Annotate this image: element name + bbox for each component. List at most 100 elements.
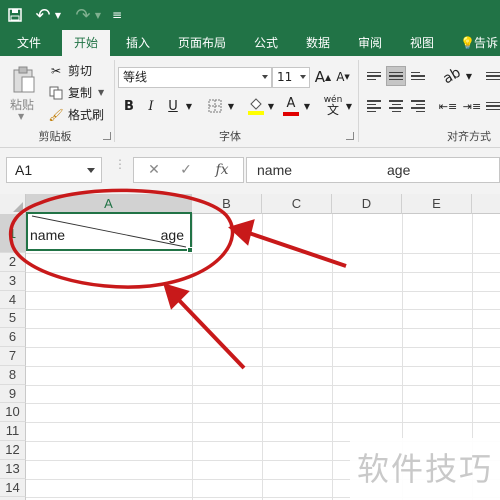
orientation-button[interactable]: ab bbox=[437, 61, 468, 90]
tab-tell-me[interactable]: 💡 告诉 bbox=[456, 30, 500, 56]
format-painter-label: 格式刷 bbox=[68, 108, 105, 122]
copy-dropdown-icon[interactable]: ▼ bbox=[98, 88, 104, 97]
cell-a1-right-text: age bbox=[160, 227, 184, 243]
customize-quick-access-icon[interactable]: ≡ bbox=[110, 0, 124, 30]
font-color-icon: A bbox=[286, 96, 296, 111]
formula-bar-splitter-icon[interactable]: ⋮ bbox=[114, 158, 126, 179]
font-size-select[interactable]: 11 bbox=[272, 67, 310, 88]
cancel-icon[interactable]: ✕ bbox=[142, 158, 166, 182]
font-color-button[interactable]: A bbox=[282, 94, 300, 118]
name-box[interactable]: A1 bbox=[6, 157, 102, 183]
row-header-14[interactable]: 14 bbox=[0, 478, 26, 498]
column-header-d[interactable]: D bbox=[332, 194, 402, 214]
align-right-button[interactable] bbox=[408, 96, 428, 116]
grow-font-icon: A bbox=[314, 68, 326, 86]
undo-dropdown-icon[interactable]: ▼ bbox=[52, 0, 64, 30]
row-header-5[interactable]: 5 bbox=[0, 309, 26, 329]
row-header-7[interactable]: 7 bbox=[0, 347, 26, 366]
row-header-9[interactable]: 9 bbox=[0, 384, 26, 404]
font-color-dropdown-icon[interactable]: ▼ bbox=[302, 96, 312, 116]
tab-insert[interactable]: 插入 bbox=[116, 30, 160, 56]
gridline bbox=[262, 214, 263, 500]
phonetic-guide-button[interactable]: wén 文 bbox=[322, 92, 344, 118]
merge-center-button[interactable] bbox=[486, 96, 500, 116]
borders-button[interactable] bbox=[206, 96, 224, 116]
bottom-align-button[interactable] bbox=[408, 66, 428, 86]
row-header-4[interactable]: 4 bbox=[0, 290, 26, 310]
paste-button[interactable] bbox=[8, 62, 40, 98]
font-name-select[interactable]: 等线 bbox=[118, 67, 272, 88]
row-header-6[interactable]: 6 bbox=[0, 328, 26, 347]
cell-a1-left-text: name bbox=[30, 227, 66, 243]
middle-align-button[interactable] bbox=[386, 66, 406, 86]
tab-page-layout[interactable]: 页面布局 bbox=[172, 30, 232, 56]
orientation-dropdown-icon[interactable]: ▼ bbox=[464, 66, 474, 86]
format-painter-button[interactable]: 🖌 格式刷 bbox=[48, 106, 104, 123]
formula-value-age: age bbox=[387, 162, 411, 178]
gridline bbox=[26, 365, 500, 367]
underline-button[interactable]: U bbox=[164, 96, 182, 116]
wrap-text-button[interactable] bbox=[486, 66, 500, 86]
formula-value-name: name bbox=[257, 162, 293, 178]
tab-data[interactable]: 数据 bbox=[296, 30, 340, 56]
paste-dropdown-icon[interactable]: ▼ bbox=[18, 112, 24, 121]
cell-a1[interactable]: name age bbox=[26, 212, 192, 251]
clipboard-launcher-icon[interactable] bbox=[103, 132, 111, 140]
phonetic-dropdown-icon[interactable]: ▼ bbox=[344, 96, 354, 116]
align-left-button[interactable] bbox=[364, 96, 384, 116]
column-header-a[interactable]: A bbox=[26, 194, 192, 214]
group-separator bbox=[114, 60, 115, 142]
font-group-label: 字体 bbox=[219, 130, 241, 143]
tab-home[interactable]: 开始 bbox=[62, 30, 110, 56]
row-header-11[interactable]: 11 bbox=[0, 422, 26, 441]
formula-input[interactable]: name age bbox=[246, 157, 500, 183]
row-header-12[interactable]: 12 bbox=[0, 441, 26, 460]
copy-button[interactable]: 复制 ▼ bbox=[48, 84, 104, 101]
column-header-c[interactable]: C bbox=[262, 194, 332, 214]
bold-button[interactable]: B bbox=[120, 96, 138, 116]
top-align-button[interactable] bbox=[364, 66, 384, 86]
tell-me-label: 告诉 bbox=[474, 36, 499, 50]
align-center-button[interactable] bbox=[386, 96, 406, 116]
row-header-1[interactable]: 1 bbox=[0, 214, 26, 253]
save-icon[interactable] bbox=[4, 0, 26, 30]
redo-dropdown-icon[interactable]: ▼ bbox=[92, 0, 104, 30]
wen-glyph-icon: 文 bbox=[326, 103, 339, 117]
fill-color-dropdown-icon[interactable]: ▼ bbox=[266, 96, 276, 116]
select-all-button[interactable] bbox=[0, 194, 26, 214]
row-header-10[interactable]: 10 bbox=[0, 403, 26, 423]
alignment-group-label: 对齐方式 bbox=[447, 130, 491, 143]
italic-button[interactable]: I bbox=[142, 96, 160, 116]
enter-icon[interactable]: ✓ bbox=[174, 158, 198, 182]
column-headers: A B C D E bbox=[0, 194, 500, 214]
font-launcher-icon[interactable] bbox=[346, 132, 354, 140]
row-header-3[interactable]: 3 bbox=[0, 271, 26, 291]
column-header-e[interactable]: E bbox=[402, 194, 472, 214]
fill-handle[interactable] bbox=[187, 247, 193, 253]
tab-file[interactable]: 文件 bbox=[8, 30, 50, 56]
fill-color-button[interactable] bbox=[246, 94, 266, 118]
underline-dropdown-icon[interactable]: ▼ bbox=[184, 96, 194, 116]
increase-indent-button[interactable]: ⇥≡ bbox=[462, 96, 482, 116]
decrease-indent-button[interactable]: ⇤≡ bbox=[438, 96, 458, 116]
chevron-down-icon bbox=[300, 75, 306, 79]
title-bar: ↶ ▼ ↷ ▼ ≡ bbox=[0, 0, 500, 30]
align-left-icon bbox=[367, 100, 381, 112]
tab-review[interactable]: 审阅 bbox=[348, 30, 392, 56]
grow-font-button[interactable]: A ▲ bbox=[314, 67, 332, 87]
cut-button[interactable]: ✂ 剪切 bbox=[48, 62, 92, 79]
insert-function-icon[interactable]: fx bbox=[208, 158, 236, 182]
clipboard-group-label: 剪贴板 bbox=[38, 130, 72, 143]
font-name-value: 等线 bbox=[123, 70, 148, 84]
row-header-8[interactable]: 8 bbox=[0, 365, 26, 385]
redo-icon[interactable]: ↷ bbox=[72, 0, 94, 30]
tab-view[interactable]: 视图 bbox=[400, 30, 444, 56]
undo-icon[interactable]: ↶ bbox=[32, 0, 54, 30]
row-header-2[interactable]: 2 bbox=[0, 253, 26, 272]
row-header-13[interactable]: 13 bbox=[0, 459, 26, 479]
copy-icon bbox=[48, 85, 64, 101]
tab-formulas[interactable]: 公式 bbox=[244, 30, 288, 56]
column-header-b[interactable]: B bbox=[192, 194, 262, 214]
borders-dropdown-icon[interactable]: ▼ bbox=[226, 96, 236, 116]
shrink-font-button[interactable]: A ▼ bbox=[334, 67, 352, 87]
